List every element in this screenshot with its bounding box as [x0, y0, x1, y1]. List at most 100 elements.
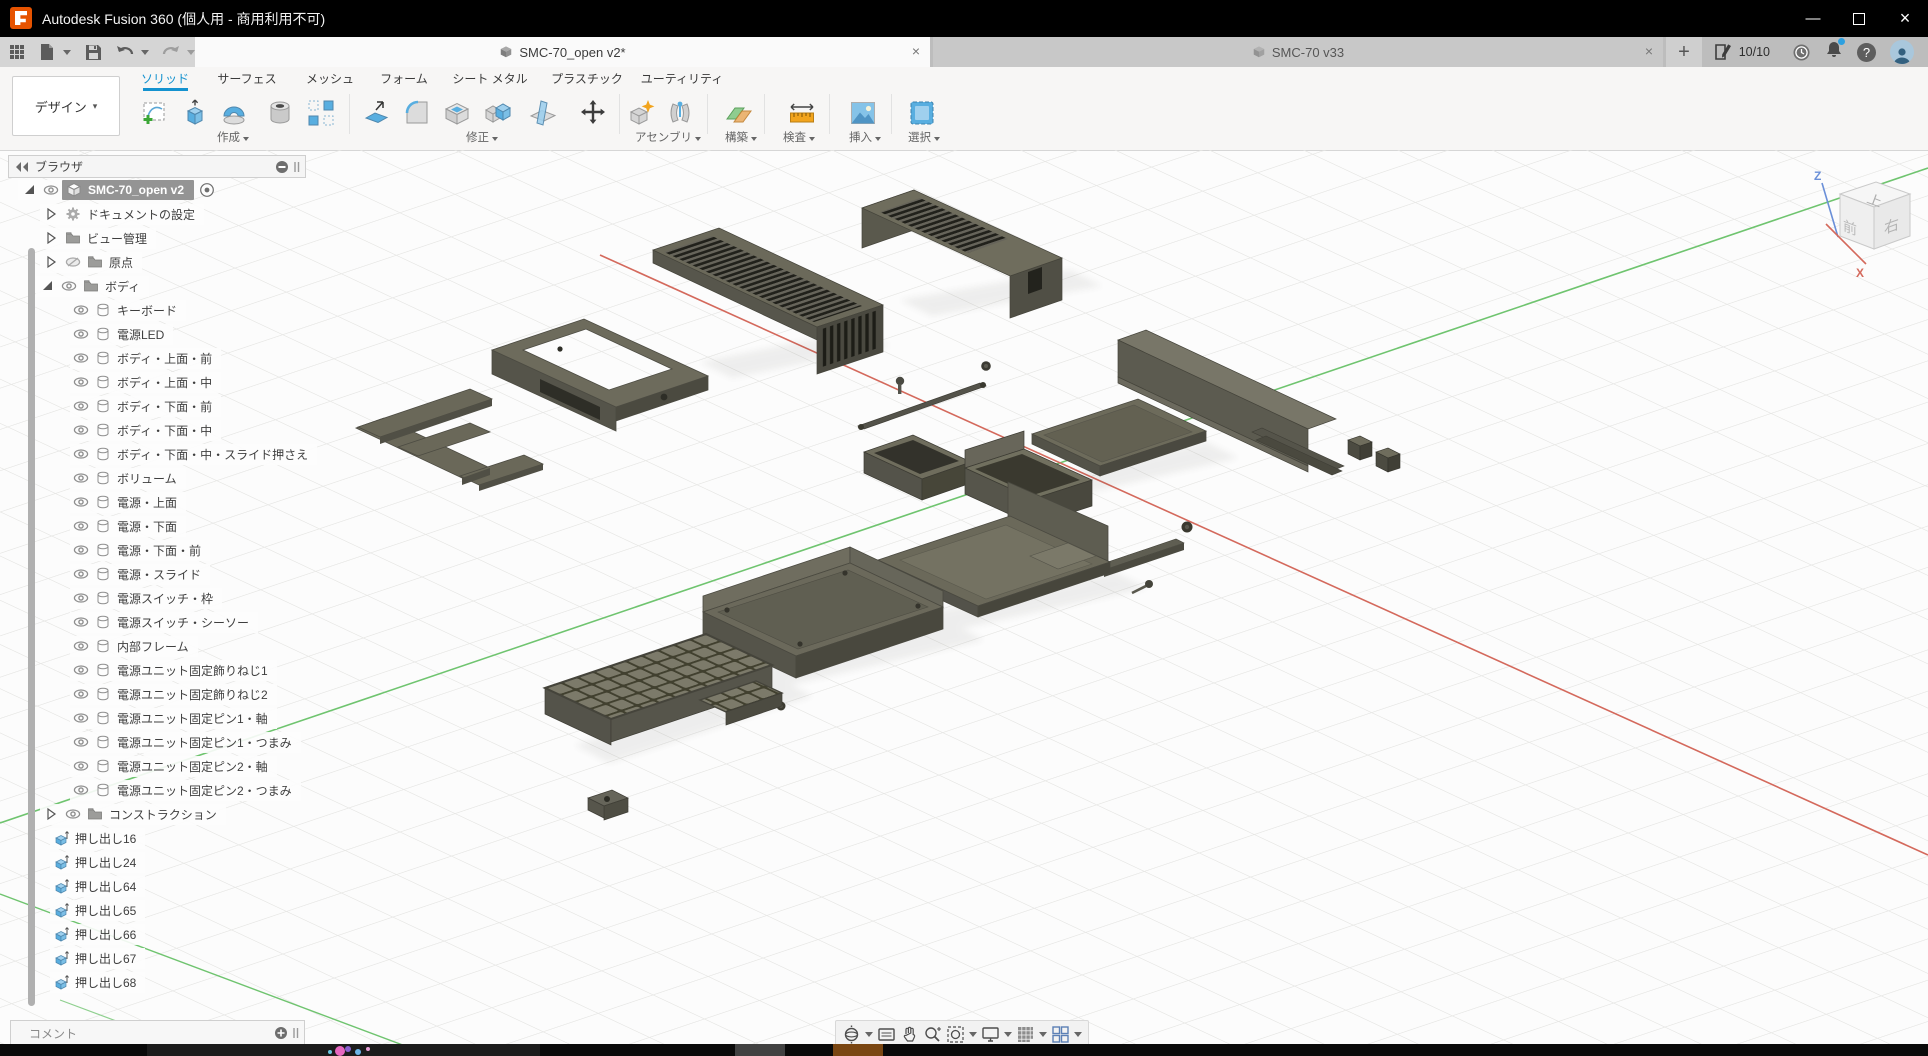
eye-icon[interactable]: [73, 302, 89, 318]
press-pull-icon[interactable]: [362, 98, 392, 128]
redo-icon[interactable]: [161, 42, 181, 62]
tree-row-body[interactable]: 電源LED: [70, 322, 306, 346]
tree-row-body[interactable]: 電源ユニット固定ピン1・軸: [70, 706, 306, 730]
tab-plastic[interactable]: プラスチック: [542, 70, 632, 87]
eye-icon[interactable]: [73, 350, 89, 366]
look-at-icon[interactable]: [877, 1025, 896, 1044]
eye-icon[interactable]: [73, 686, 89, 702]
eye-icon[interactable]: [73, 470, 89, 486]
revolve-icon[interactable]: [219, 98, 249, 128]
eye-icon[interactable]: [73, 422, 89, 438]
orbit-caret-icon[interactable]: [865, 1032, 873, 1037]
orbit-icon[interactable]: [842, 1025, 861, 1044]
new-tab-button[interactable]: +: [1666, 37, 1702, 67]
tab-solid[interactable]: ソリッド: [120, 70, 210, 87]
eye-icon[interactable]: [73, 638, 89, 654]
eye-icon[interactable]: [73, 494, 89, 510]
panel-grip-icon[interactable]: [293, 161, 301, 173]
eye-icon[interactable]: [43, 182, 59, 198]
combine-icon[interactable]: [483, 98, 513, 128]
eye-icon[interactable]: [73, 398, 89, 414]
close-button[interactable]: ×: [1882, 0, 1928, 37]
eye-icon[interactable]: [61, 278, 77, 294]
eye-icon[interactable]: [73, 782, 89, 798]
document-tab-active[interactable]: SMC-70_open v2* ×: [195, 37, 930, 67]
add-comment-icon[interactable]: [274, 1026, 288, 1040]
collapsed-arrow-icon[interactable]: [43, 806, 59, 822]
tree-row-feature[interactable]: 押し出し24: [50, 850, 306, 874]
tree-row-root[interactable]: SMC-70_open v2: [18, 178, 306, 202]
tab-form[interactable]: フォーム: [359, 70, 449, 87]
tree-row-body[interactable]: ボリューム: [70, 466, 306, 490]
eye-icon[interactable]: [73, 542, 89, 558]
model-part-screw-2[interactable]: [981, 361, 991, 371]
undo-caret-icon[interactable]: [141, 50, 149, 55]
tree-row-body[interactable]: ボディ・上面・前: [70, 346, 306, 370]
viewports-caret-icon[interactable]: [1074, 1032, 1082, 1037]
browser-scrollbar[interactable]: [28, 248, 35, 1006]
tree-row-body[interactable]: ボディ・下面・中・スライド押さえ: [70, 442, 306, 466]
app-grid-icon[interactable]: [8, 42, 26, 62]
tab-surface[interactable]: サーフェス: [202, 70, 292, 87]
pattern-icon[interactable]: [306, 98, 336, 128]
eye-icon[interactable]: [73, 326, 89, 342]
insert-canvas-icon[interactable]: [848, 98, 878, 128]
job-status-clock-icon[interactable]: [1792, 43, 1811, 62]
tree-row-construction[interactable]: コンストラクション: [40, 802, 306, 826]
eye-icon[interactable]: [73, 614, 89, 630]
document-tab-inactive[interactable]: SMC-70 v33 ×: [933, 37, 1663, 67]
inactive-tab-close-icon[interactable]: ×: [1645, 43, 1653, 59]
expanded-arrow-icon[interactable]: [39, 278, 55, 294]
tree-row-bodies-folder[interactable]: ボディ: [36, 274, 306, 298]
tree-row-body[interactable]: 電源ユニット固定飾りねじ2: [70, 682, 306, 706]
select-icon[interactable]: [907, 98, 937, 128]
eye-icon[interactable]: [73, 710, 89, 726]
tree-row-body[interactable]: ボディ・下面・前: [70, 394, 306, 418]
collapsed-arrow-icon[interactable]: [43, 254, 59, 270]
group-label-create[interactable]: 作成: [183, 129, 283, 145]
active-tab-close-icon[interactable]: ×: [912, 43, 920, 59]
group-label-modify[interactable]: 修正: [432, 129, 532, 145]
measure-icon[interactable]: [787, 98, 817, 128]
tree-row-feature[interactable]: 押し出し66: [50, 922, 306, 946]
tree-row-body[interactable]: 電源ユニット固定ピン1・つまみ: [70, 730, 306, 754]
tab-utilities[interactable]: ユーティリティ: [637, 70, 727, 87]
comment-bar[interactable]: コメント: [10, 1020, 305, 1046]
display-settings-icon[interactable]: [981, 1025, 1000, 1044]
move-icon[interactable]: [578, 98, 608, 128]
eye-icon[interactable]: [73, 662, 89, 678]
eye-icon[interactable]: [73, 734, 89, 750]
eye-icon[interactable]: [73, 566, 89, 582]
eye-icon[interactable]: [65, 806, 81, 822]
display-caret-icon[interactable]: [1004, 1032, 1012, 1037]
tree-row-feature[interactable]: 押し出し67: [50, 946, 306, 970]
tree-row-body[interactable]: 電源・下面: [70, 514, 306, 538]
free-documents-badge[interactable]: 10/10: [1714, 43, 1770, 61]
hole-icon[interactable]: [265, 98, 295, 128]
eye-icon[interactable]: [73, 590, 89, 606]
tree-row-body[interactable]: 電源ユニット固定ピン2・軸: [70, 754, 306, 778]
minimize-button[interactable]: —: [1790, 0, 1836, 37]
eye-icon[interactable]: [73, 758, 89, 774]
collapse-panel-icon[interactable]: [15, 161, 29, 173]
pan-icon[interactable]: [900, 1025, 919, 1044]
shell-icon[interactable]: [442, 98, 472, 128]
collapsed-arrow-icon[interactable]: [43, 206, 59, 222]
collapsed-arrow-icon[interactable]: [43, 230, 59, 246]
extrude-icon[interactable]: [180, 98, 210, 128]
tree-row-view-mgmt[interactable]: ビュー管理: [40, 226, 306, 250]
avatar[interactable]: [1890, 40, 1914, 64]
split-body-icon[interactable]: [528, 98, 558, 128]
create-sketch-icon[interactable]: [140, 98, 170, 128]
tree-row-body[interactable]: 電源・スライド: [70, 562, 306, 586]
remove-icon[interactable]: [275, 160, 289, 174]
eye-icon[interactable]: [73, 518, 89, 534]
undo-icon[interactable]: [115, 42, 135, 62]
tree-row-body[interactable]: 電源・下面・前: [70, 538, 306, 562]
eye-icon[interactable]: [73, 374, 89, 390]
tree-row-feature[interactable]: 押し出し65: [50, 898, 306, 922]
workspace-selector[interactable]: デザイン ▾: [12, 76, 120, 136]
grid-caret-icon[interactable]: [1039, 1032, 1047, 1037]
joint-icon[interactable]: [665, 98, 695, 128]
tree-row-body[interactable]: 電源スイッチ・シーソー: [70, 610, 306, 634]
